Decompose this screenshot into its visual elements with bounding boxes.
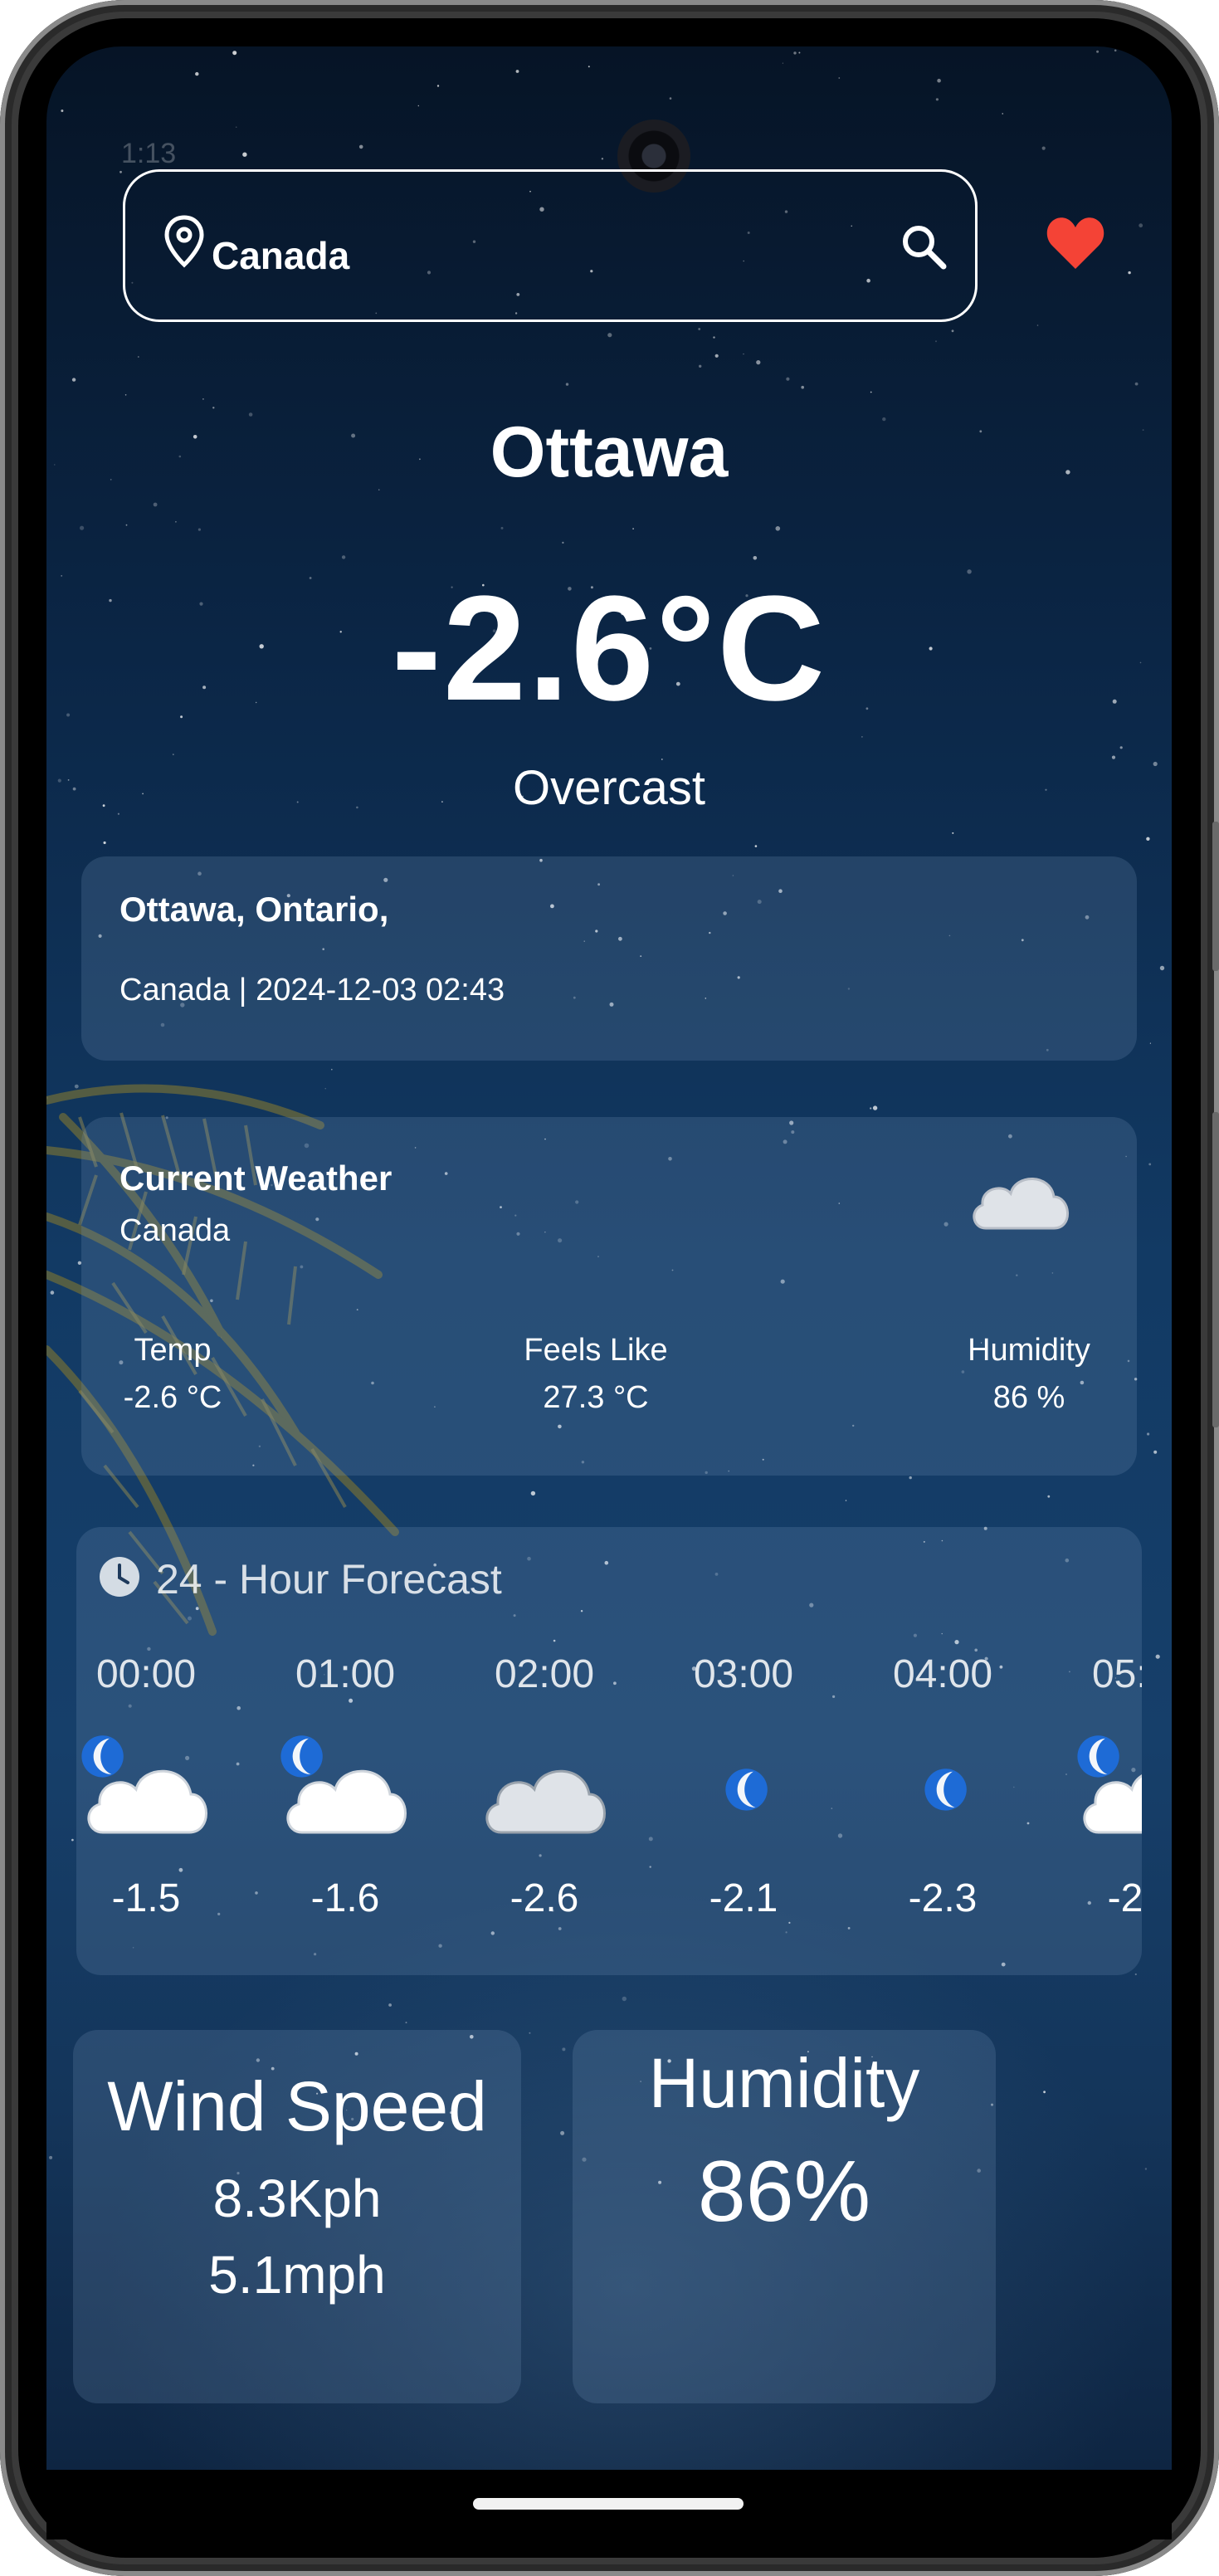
location-card: Ottawa, Ontario, Canada | 2024-12-03 02:… bbox=[81, 856, 1137, 1061]
humidity-card: Humidity 86% bbox=[573, 2030, 996, 2403]
location-datetime: Canada | 2024-12-03 02:43 bbox=[119, 973, 505, 1007]
search-bar[interactable]: Canada bbox=[123, 169, 978, 322]
humidity-value: 86 % bbox=[992, 1380, 1065, 1415]
feels-like-label: Feels Like bbox=[524, 1333, 668, 1368]
forecast-hour-temp: -2.6 bbox=[510, 1876, 579, 1920]
humidity-metric: Humidity 86 % bbox=[938, 1333, 1120, 1416]
current-weather-card: Current Weather Canada Temp -2.6 °C Feel… bbox=[81, 1117, 1137, 1476]
location-pin-icon bbox=[164, 215, 204, 268]
forecast-title: 24 - Hour Forecast bbox=[156, 1556, 502, 1603]
moon-cloud-icon bbox=[280, 1735, 407, 1834]
current-weather-country: Canada bbox=[119, 1213, 231, 1248]
wind-speed-kph: 8.3Kph bbox=[212, 2169, 382, 2228]
forecast-hour-time: 02:00 bbox=[494, 1652, 595, 1696]
moon-icon bbox=[725, 1769, 768, 1811]
forecast-hour-time: 01:00 bbox=[295, 1652, 396, 1696]
volume-button bbox=[1212, 1112, 1219, 1427]
forecast-hour-temp: -2.4 bbox=[1107, 1876, 1142, 1920]
favorite-heart-icon[interactable] bbox=[1046, 216, 1105, 271]
current-weather-title: Current Weather bbox=[119, 1159, 393, 1198]
forecast-hour-temp: -1.5 bbox=[111, 1876, 181, 1920]
clock-icon bbox=[100, 1557, 139, 1597]
cloud-icon bbox=[485, 1769, 606, 1834]
feels-like-value: 27.3 °C bbox=[543, 1380, 649, 1415]
weather-condition: Overcast bbox=[512, 761, 706, 815]
search-input[interactable]: Canada bbox=[212, 233, 349, 278]
forecast-hour-temp: -2.3 bbox=[908, 1876, 978, 1920]
wind-speed-title: Wind Speed bbox=[107, 2067, 487, 2145]
cloud-icon bbox=[973, 1178, 1069, 1230]
search-icon[interactable] bbox=[899, 222, 948, 271]
temp-metric: Temp -2.6 °C bbox=[115, 1333, 231, 1416]
forecast-hour-time: 04:00 bbox=[892, 1652, 993, 1696]
home-indicator[interactable] bbox=[473, 2498, 744, 2510]
humidity-card-value: 86% bbox=[697, 2144, 871, 2240]
location-region: Ottawa, Ontario, bbox=[119, 890, 389, 929]
humidity-label: Humidity bbox=[968, 1333, 1090, 1368]
current-temperature: -2.6°C bbox=[391, 565, 827, 732]
moon-cloud-icon bbox=[1077, 1735, 1142, 1834]
forecast-hour-time: 00:00 bbox=[95, 1652, 197, 1696]
screen: 1:13 Canada Ottawa -2.6°C Overcast Ottaw… bbox=[46, 46, 1172, 2470]
forecast-hour-time: 03:00 bbox=[693, 1652, 794, 1696]
phone-frame: 1:13 Canada Ottawa -2.6°C Overcast Ottaw… bbox=[0, 0, 1219, 2576]
status-time: 1:13 bbox=[121, 138, 177, 169]
power-button bbox=[1212, 822, 1219, 971]
forecast-hour-temp: -1.6 bbox=[310, 1876, 380, 1920]
forecast-hour-temp: -2.1 bbox=[709, 1876, 778, 1920]
moon-icon bbox=[924, 1769, 967, 1811]
city-name: Ottawa bbox=[490, 412, 729, 492]
feels-like-metric: Feels Like 27.3 °C bbox=[496, 1333, 695, 1416]
wind-speed-mph: 5.1mph bbox=[208, 2245, 386, 2305]
moon-cloud-icon bbox=[81, 1735, 207, 1834]
humidity-card-title: Humidity bbox=[648, 2044, 920, 2122]
temp-value: -2.6 °C bbox=[123, 1380, 222, 1415]
forecast-hour-time: 05:00 bbox=[1091, 1652, 1142, 1696]
hourly-forecast-card[interactable]: 24 - Hour Forecast 00:00 -1.5 01:00 -1.6 02:… bbox=[76, 1527, 1142, 1975]
temp-label: Temp bbox=[134, 1333, 212, 1368]
wind-speed-card: Wind Speed 8.3Kph 5.1mph bbox=[73, 2030, 521, 2403]
